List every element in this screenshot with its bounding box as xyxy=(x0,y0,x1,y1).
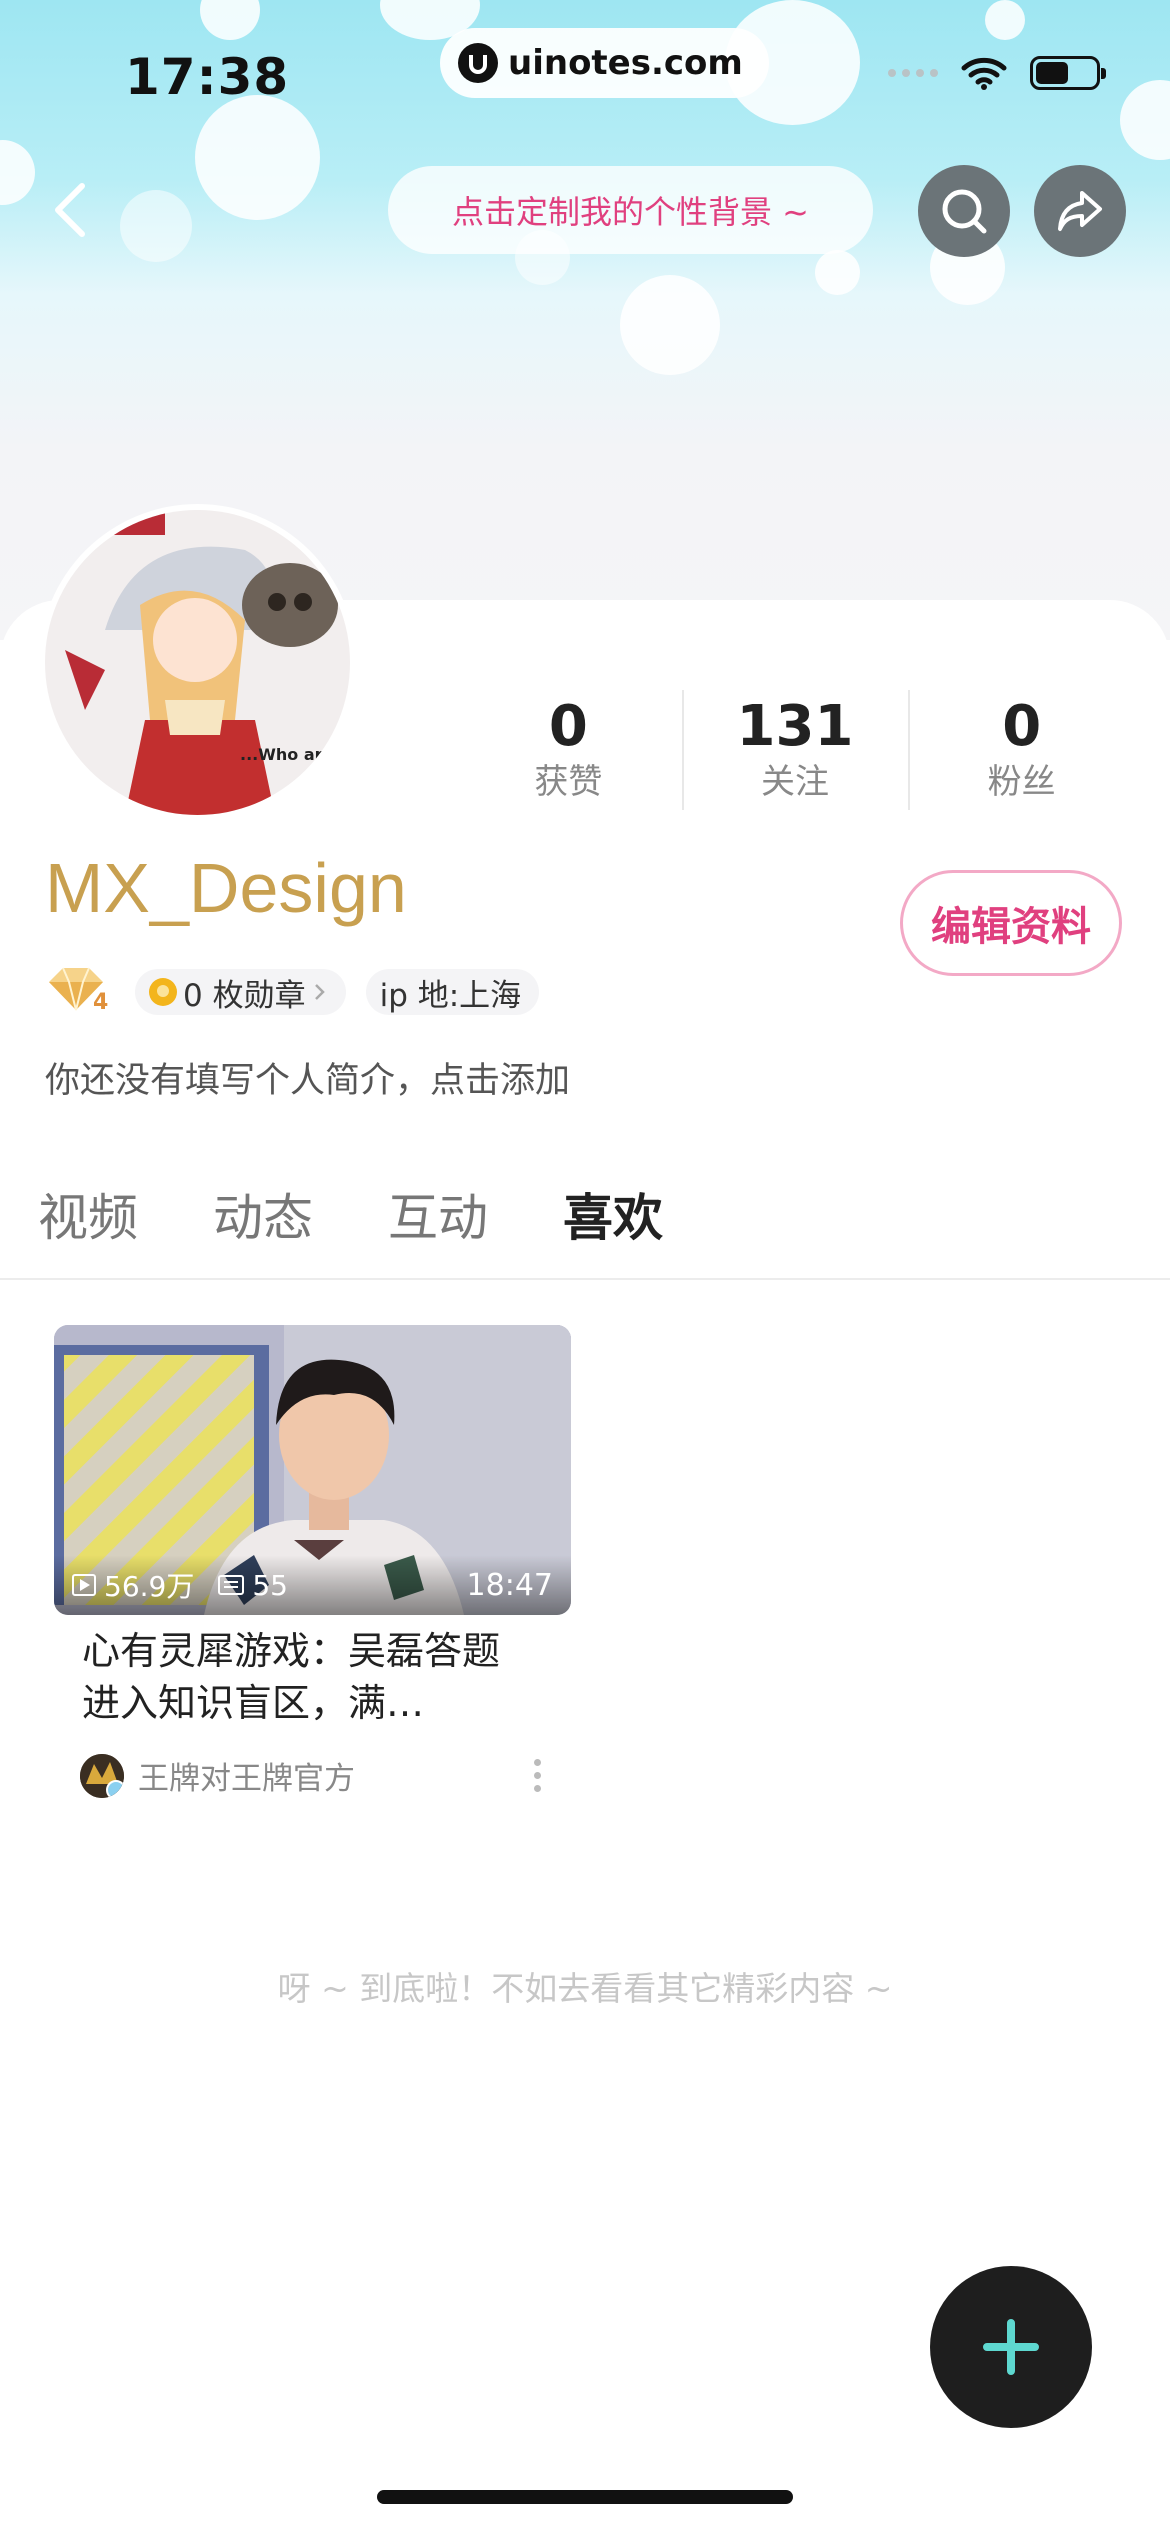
create-post-button[interactable] xyxy=(930,2266,1092,2428)
tab-interactions[interactable]: 互动 xyxy=(388,1178,488,1250)
bubble-decor xyxy=(200,0,260,40)
video-meta-overlay: 56.9万 55 18:47 xyxy=(54,1555,571,1615)
danmaku-count: 55 xyxy=(252,1568,288,1602)
status-time: 17:38 xyxy=(125,48,290,106)
level-number: 4 xyxy=(93,990,109,1015)
play-count-icon xyxy=(72,1574,96,1596)
back-button[interactable] xyxy=(40,170,100,250)
stat-value: 0 xyxy=(1002,694,1042,759)
stat-value: 0 xyxy=(548,694,588,759)
stat-label: 关注 xyxy=(761,762,829,802)
bubble-decor xyxy=(815,250,860,295)
url-pill: uinotes.com xyxy=(440,28,769,98)
medals-chip[interactable]: 0 枚勋章 xyxy=(135,969,346,1015)
author-avatar[interactable] xyxy=(80,1753,124,1798)
ip-location-label: ip 地:上海 xyxy=(379,977,522,1014)
search-button[interactable] xyxy=(918,165,1010,257)
profile-tabs: 视频 动态 互动 喜欢 xyxy=(38,1178,663,1250)
video-card[interactable]: 56.9万 55 18:47 心有灵犀游戏：吴磊答题进入知识盲区，满… 王牌对王… xyxy=(54,1325,571,1798)
tab-videos[interactable]: 视频 xyxy=(38,1178,138,1250)
home-indicator[interactable] xyxy=(377,2490,793,2504)
medal-icon xyxy=(149,978,177,1006)
bubble-decor xyxy=(0,140,35,205)
share-button[interactable] xyxy=(1034,165,1126,257)
bubble-decor xyxy=(195,95,320,220)
signal-icon xyxy=(888,69,938,77)
battery-icon xyxy=(1030,56,1106,90)
bubble-decor xyxy=(985,0,1025,40)
danmaku-icon xyxy=(218,1575,245,1595)
danmaku-meta: 55 xyxy=(218,1569,288,1602)
bubble-decor xyxy=(620,275,720,375)
plus-icon xyxy=(983,2319,1039,2375)
stat-label: 获赞 xyxy=(534,762,603,802)
views-meta: 56.9万 xyxy=(72,1565,194,1605)
bubble-decor xyxy=(1120,80,1170,160)
wifi-icon xyxy=(961,57,1007,90)
video-title[interactable]: 心有灵犀游戏：吴磊答题进入知识盲区，满… xyxy=(82,1625,522,1729)
search-icon xyxy=(942,189,987,234)
chevron-right-icon xyxy=(314,984,325,1000)
stat-label: 粉丝 xyxy=(987,762,1056,802)
status-indicators xyxy=(888,55,1106,91)
url-text: uinotes.com xyxy=(508,43,743,83)
tab-divider xyxy=(0,1278,1170,1280)
customize-background-button[interactable]: 点击定制我的个性背景 ~ xyxy=(388,166,873,254)
edit-profile-button[interactable]: 编辑资料 xyxy=(900,870,1122,976)
author-row: 王牌对王牌官方 xyxy=(80,1753,571,1798)
ip-location-chip: ip 地:上海 xyxy=(365,969,540,1015)
view-count: 56.9万 xyxy=(104,1570,195,1603)
tab-moments[interactable]: 动态 xyxy=(213,1178,313,1250)
bio-prompt[interactable]: 你还没有填写个人简介，点击添加 xyxy=(45,1052,570,1103)
share-icon xyxy=(1058,191,1102,231)
back-icon xyxy=(55,183,85,237)
username: MX_Design xyxy=(45,849,407,927)
site-logo-icon xyxy=(458,43,498,83)
more-options-icon[interactable] xyxy=(534,1759,541,1792)
medals-label: 0 枚勋章 xyxy=(183,977,306,1014)
tab-likes[interactable]: 喜欢 xyxy=(563,1178,663,1250)
bubble-decor xyxy=(120,190,192,262)
stat-value: 131 xyxy=(736,694,854,759)
stat-followers[interactable]: 0 粉丝 xyxy=(908,690,1135,810)
stat-likes[interactable]: 0 获赞 xyxy=(455,690,682,810)
badge-row: 4 0 枚勋章 ip 地:上海 xyxy=(45,962,540,1022)
video-duration: 18:47 xyxy=(466,1567,553,1603)
end-of-list-text: 呀 ~ 到底啦！不如去看看其它精彩内容 ~ xyxy=(277,1969,893,2008)
level-badge[interactable]: 4 xyxy=(45,962,115,1022)
author-name[interactable]: 王牌对王牌官方 xyxy=(138,1753,355,1798)
video-thumbnail[interactable]: 56.9万 55 18:47 xyxy=(54,1325,571,1615)
avatar[interactable]: ...Who are y xyxy=(45,510,350,815)
stat-following[interactable]: 131 关注 xyxy=(681,690,909,810)
profile-stats: 0 获赞 131 关注 0 粉丝 xyxy=(455,690,1135,810)
